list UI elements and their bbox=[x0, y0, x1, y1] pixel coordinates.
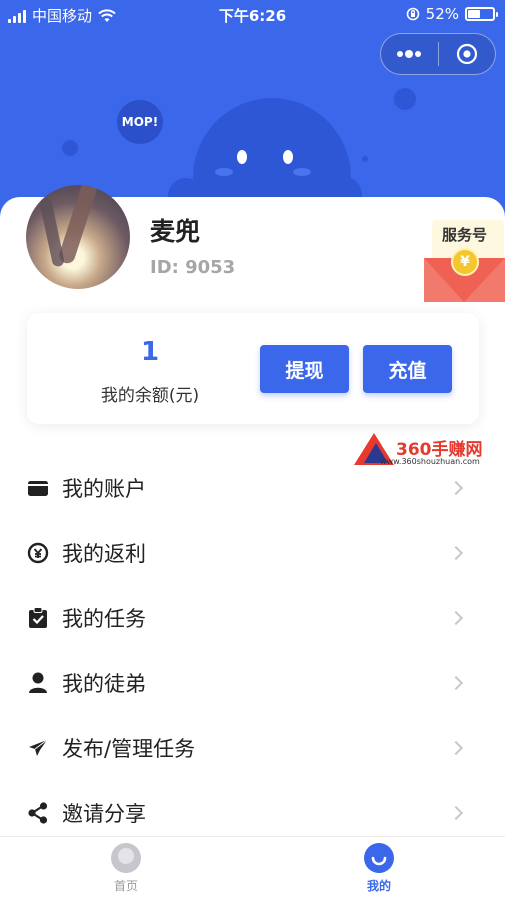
chevron-right-icon bbox=[448, 480, 464, 495]
status-bar: 中国移动 下午6:26 52% bbox=[0, 0, 505, 30]
avatar-photo-detail bbox=[38, 196, 66, 268]
user-icon bbox=[27, 672, 49, 694]
smile-face-icon bbox=[364, 843, 394, 873]
service-account-entry[interactable]: 服务号 ¥ bbox=[424, 218, 505, 302]
user-id: ID: 9053 bbox=[150, 257, 236, 278]
decor-dot bbox=[394, 88, 416, 110]
withdraw-button[interactable]: 提现 bbox=[260, 345, 349, 393]
battery-percent: 52% bbox=[425, 5, 459, 23]
yuan-coin-icon: ¥ bbox=[451, 248, 479, 276]
menu-item-label: 发布/管理任务 bbox=[62, 736, 196, 761]
balance-card: 1 我的余额(元) 提现 充值 bbox=[27, 313, 479, 424]
decor-dot bbox=[62, 140, 78, 156]
avatar-photo-detail bbox=[57, 185, 99, 266]
tab-mine[interactable]: 我的 bbox=[339, 843, 419, 894]
battery-level-fill bbox=[468, 10, 481, 18]
menu-item-rebate[interactable]: 我的返利 bbox=[0, 520, 505, 585]
chevron-right-icon bbox=[448, 675, 464, 690]
menu-list: 我的账户 我的返利 我的任务 我的徒弟 发布/管理任务 邀请分享 bbox=[0, 455, 505, 845]
menu-item-label: 邀请分享 bbox=[62, 801, 146, 826]
send-icon bbox=[27, 737, 49, 759]
menu-item-publish[interactable]: 发布/管理任务 bbox=[0, 715, 505, 780]
user-name: 麦兜 bbox=[150, 217, 201, 246]
decor-dot bbox=[362, 156, 368, 162]
orientation-lock-icon bbox=[406, 7, 419, 21]
battery-icon bbox=[465, 7, 498, 21]
menu-item-label: 我的徒弟 bbox=[62, 671, 146, 696]
close-target-icon[interactable] bbox=[438, 33, 495, 75]
tab-bar: 首页 我的 bbox=[0, 836, 505, 900]
chevron-right-icon bbox=[448, 545, 464, 560]
mascot-eye bbox=[283, 150, 293, 164]
avatar[interactable] bbox=[26, 185, 130, 289]
wallet-icon bbox=[27, 477, 49, 499]
mascot-cheek bbox=[293, 168, 311, 176]
rebate-icon bbox=[27, 542, 49, 564]
menu-item-account[interactable]: 我的账户 bbox=[0, 455, 505, 520]
balance-label: 我的余额(元) bbox=[100, 386, 200, 406]
mascot-badge: MOP! bbox=[117, 100, 163, 144]
chevron-right-icon bbox=[448, 740, 464, 755]
service-account-label: 服务号 bbox=[441, 226, 487, 244]
tab-home-label: 首页 bbox=[113, 879, 138, 893]
menu-item-label: 我的返利 bbox=[62, 541, 146, 566]
chevron-right-icon bbox=[448, 610, 464, 625]
more-dots-icon[interactable] bbox=[381, 33, 438, 75]
menu-item-apprentices[interactable]: 我的徒弟 bbox=[0, 650, 505, 715]
recharge-button[interactable]: 充值 bbox=[363, 345, 452, 393]
mascot-cheek bbox=[215, 168, 233, 176]
menu-item-label: 我的任务 bbox=[62, 606, 146, 631]
clipboard-icon bbox=[27, 606, 49, 629]
tab-home[interactable]: 首页 bbox=[86, 843, 166, 894]
chevron-right-icon bbox=[448, 805, 464, 820]
menu-item-label: 我的账户 bbox=[62, 476, 146, 501]
share-icon bbox=[27, 801, 49, 824]
mascot-eye bbox=[237, 150, 247, 164]
mini-program-capsule bbox=[380, 33, 496, 75]
tab-mine-label: 我的 bbox=[366, 879, 391, 893]
home-tab-icon bbox=[111, 843, 141, 873]
balance-value: 1 bbox=[140, 337, 160, 367]
menu-item-tasks[interactable]: 我的任务 bbox=[0, 585, 505, 650]
